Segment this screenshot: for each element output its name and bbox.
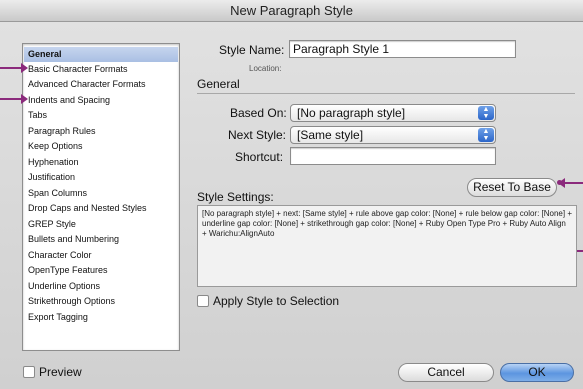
- popup-stepper-icon: ▲ ▼: [478, 128, 494, 142]
- sidebar-item-basic-character-formats[interactable]: Basic Character Formats: [24, 62, 178, 77]
- style-name-field[interactable]: Paragraph Style 1: [289, 40, 516, 58]
- shortcut-label: Shortcut:: [235, 150, 284, 164]
- sidebar-item-keep-options[interactable]: Keep Options: [24, 139, 178, 154]
- apply-style-checkbox[interactable]: [197, 295, 209, 307]
- popup-stepper-icon: ▲ ▼: [478, 106, 494, 120]
- next-style-label: Next Style:: [228, 128, 287, 142]
- reset-to-base-button[interactable]: Reset To Base: [467, 178, 557, 197]
- preview-checkbox[interactable]: [23, 366, 35, 378]
- annotation-arrow-basic-character-formats: [0, 63, 28, 73]
- sidebar-item-justification[interactable]: Justification: [24, 170, 178, 185]
- sidebar-item-general[interactable]: General: [24, 47, 178, 62]
- sidebar-item-export-tagging[interactable]: Export Tagging: [24, 310, 178, 325]
- window-title: New Paragraph Style: [0, 0, 583, 22]
- new-paragraph-style-dialog: New Paragraph Style General Basic Charac…: [0, 0, 583, 389]
- general-section-title: General: [197, 77, 240, 91]
- annotation-arrow-reset-to-base: [558, 178, 583, 188]
- cancel-button[interactable]: Cancel: [398, 363, 494, 382]
- sidebar-item-paragraph-rules[interactable]: Paragraph Rules: [24, 124, 178, 139]
- shortcut-field[interactable]: [290, 147, 496, 165]
- preview-label[interactable]: Preview: [39, 365, 82, 379]
- ok-button[interactable]: OK: [500, 363, 574, 382]
- next-style-select[interactable]: [Same style] ▲ ▼: [290, 126, 496, 144]
- style-settings-label: Style Settings:: [197, 190, 274, 204]
- sidebar-item-advanced-character-formats[interactable]: Advanced Character Formats: [24, 77, 178, 92]
- style-settings-text: [No paragraph style] + next: [Same style…: [197, 205, 577, 287]
- location-label: Location:: [249, 64, 282, 73]
- sidebar-item-strikethrough-options[interactable]: Strikethrough Options: [24, 294, 178, 309]
- sidebar-item-hyphenation[interactable]: Hyphenation: [24, 155, 178, 170]
- sidebar-item-grep-style[interactable]: GREP Style: [24, 217, 178, 232]
- based-on-value: [No paragraph style]: [297, 106, 406, 120]
- sidebar-item-span-columns[interactable]: Span Columns: [24, 186, 178, 201]
- sidebar-item-opentype-features[interactable]: OpenType Features: [24, 263, 178, 278]
- based-on-select[interactable]: [No paragraph style] ▲ ▼: [290, 104, 496, 122]
- general-divider: [197, 93, 575, 94]
- annotation-arrow-indents-and-spacing: [0, 94, 28, 104]
- sidebar-item-indents-and-spacing[interactable]: Indents and Spacing: [24, 93, 178, 108]
- sidebar-item-drop-caps-and-nested-styles[interactable]: Drop Caps and Nested Styles: [24, 201, 178, 216]
- category-list[interactable]: General Basic Character Formats Advanced…: [22, 43, 180, 351]
- based-on-label: Based On:: [230, 106, 287, 120]
- next-style-value: [Same style]: [297, 128, 364, 142]
- sidebar-item-underline-options[interactable]: Underline Options: [24, 279, 178, 294]
- sidebar-item-tabs[interactable]: Tabs: [24, 108, 178, 123]
- style-name-label: Style Name:: [219, 43, 285, 57]
- apply-style-label[interactable]: Apply Style to Selection: [213, 294, 339, 308]
- sidebar-item-character-color[interactable]: Character Color: [24, 248, 178, 263]
- annotation-dot-reset-to-base: [557, 180, 562, 185]
- sidebar-item-bullets-and-numbering[interactable]: Bullets and Numbering: [24, 232, 178, 247]
